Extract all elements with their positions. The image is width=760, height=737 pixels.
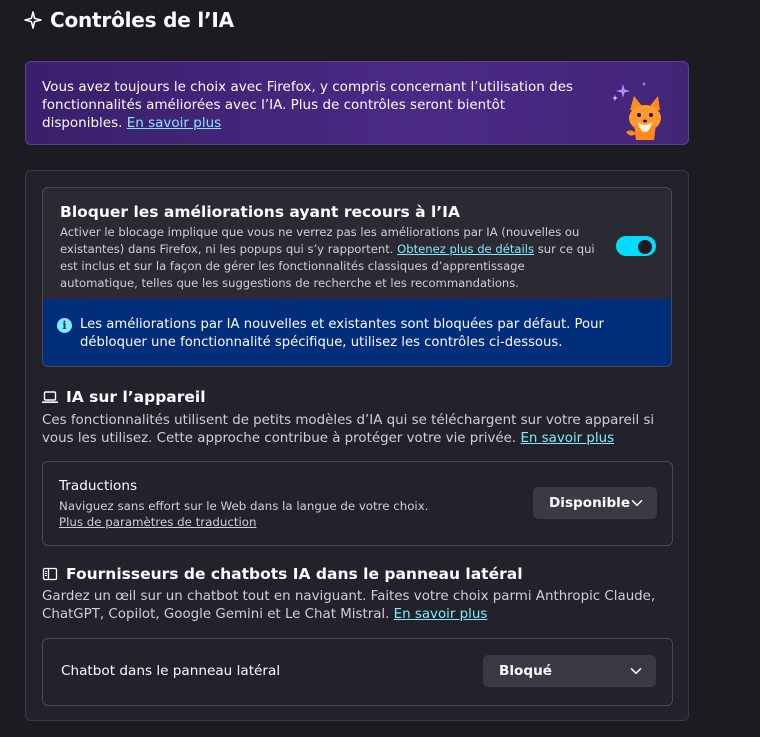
laptop-icon [42,391,58,403]
translation-settings-link[interactable]: Plus de paramètres de traduction [59,514,256,530]
on-device-learn-more-link[interactable]: En savoir plus [520,431,614,446]
chatbot-sidebar-setting: Chatbot dans le panneau latéral Bloqué [42,638,673,706]
translations-setting: Traductions Naviguez sans effort sur le … [42,461,673,546]
block-ai-title: Bloquer les améliorations ayant recours … [60,203,460,221]
on-device-title: IA sur l’appareil [66,388,206,406]
info-text: Les améliorations par IA nouvelles et ex… [80,317,604,350]
chatbots-learn-more-link[interactable]: En savoir plus [394,607,488,622]
translations-label: Traductions [59,478,138,494]
sparkle-icon [24,11,42,29]
chevron-down-icon [631,500,643,507]
block-info-message: i Les améliorations par IA nouvelles et … [43,299,671,366]
banner-text: Vous avez toujours le choix avec Firefox… [42,78,582,132]
chevron-down-icon [630,668,642,675]
translations-description: Naviguez sans effort sur le Web dans la … [59,499,429,513]
ai-controls-card: Bloquer les améliorations ayant recours … [25,170,689,721]
chatbot-sidebar-label: Chatbot dans le panneau latéral [61,663,281,679]
chatbots-title: Fournisseurs de chatbots IA dans le pann… [66,565,523,583]
toggle-knob [638,240,652,254]
banner-message: Vous avez toujours le choix avec Firefox… [42,79,574,131]
block-ai-description: Activer le blocage implique que vous ne … [60,224,605,292]
on-device-heading: IA sur l’appareil [42,388,206,406]
block-ai-header: Bloquer les améliorations ayant recours … [43,188,671,299]
chatbot-select-value: Bloqué [499,663,552,679]
translations-select[interactable]: Disponible [533,487,657,519]
chatbots-heading: Fournisseurs de chatbots IA dans le pann… [42,565,523,583]
info-icon: i [57,318,72,333]
page-header: Contrôles de l’IA [24,8,234,32]
block-ai-toggle[interactable] [616,236,656,256]
fox-mascot-icon [612,82,661,140]
chatbots-description: Gardez un œil sur un chatbot tout en nav… [42,588,672,624]
chatbots-desc-text: Gardez un œil sur un chatbot tout en nav… [42,589,656,622]
page-title: Contrôles de l’IA [50,8,234,32]
banner-learn-more-link[interactable]: En savoir plus [127,115,221,131]
chatbot-select[interactable]: Bloqué [483,655,656,687]
on-device-description: Ces fonctionnalités utilisent de petits … [42,412,672,448]
translations-select-value: Disponible [549,495,631,511]
firefox-choice-banner: Vous avez toujours le choix avec Firefox… [25,61,689,145]
block-details-link[interactable]: Obtenez plus de détails [397,242,534,256]
block-ai-setting: Bloquer les améliorations ayant recours … [42,187,672,367]
sidebar-icon [42,567,58,581]
